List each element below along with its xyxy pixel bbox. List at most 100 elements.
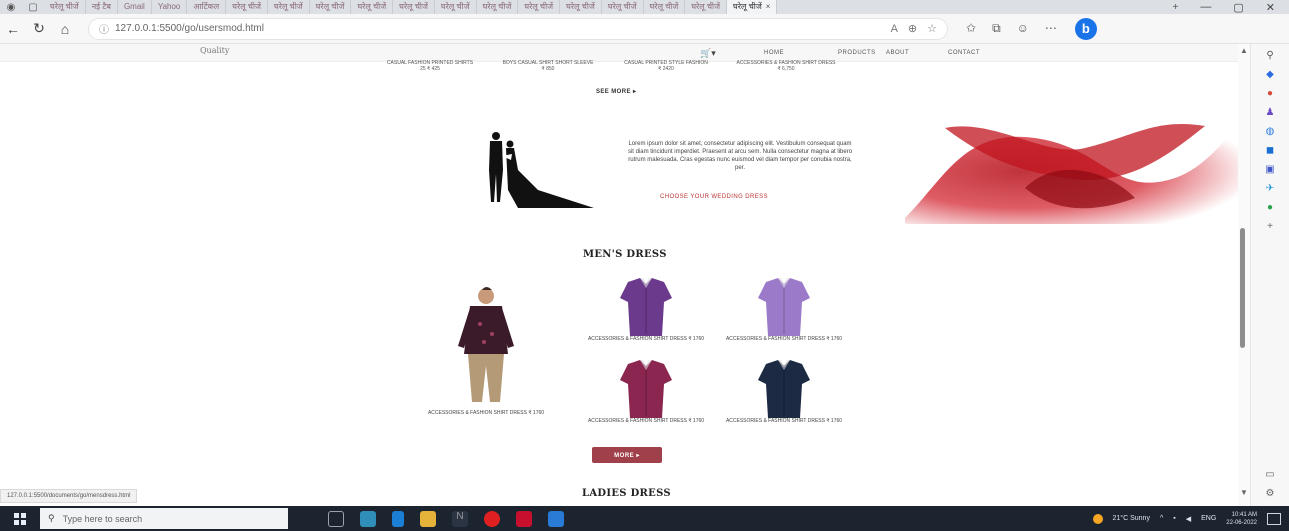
reload-icon[interactable]: ↻ [26, 20, 52, 37]
opera-app-icon[interactable] [484, 510, 500, 527]
browser-tab[interactable]: घरेलू चीजें [602, 0, 644, 14]
home-icon[interactable]: ⌂ [52, 21, 78, 37]
nav-contact[interactable]: CONTACT [948, 50, 980, 56]
shopping-icon[interactable]: ◆ [1264, 69, 1276, 81]
edge-app-icon[interactable] [360, 510, 376, 527]
browser-tab[interactable]: घरेलू चीजें [351, 0, 394, 14]
tools-icon[interactable]: ● [1264, 88, 1276, 100]
top-product-caption[interactable]: ACCESSORIES & FASHION SHIRT DRESS ₹ 6,750 [736, 60, 836, 72]
shirt-product-caption[interactable]: ACCESSORIES & FASHION SHIRT DRESS ₹ 1760 [586, 336, 706, 342]
nav-about[interactable]: ABOUT [886, 50, 909, 56]
cart-icon[interactable]: 🛒▾ [700, 48, 716, 59]
profile-icon[interactable]: ◉ [0, 2, 22, 13]
info-icon[interactable]: ⓘ [99, 21, 109, 36]
nav-products[interactable]: PRODUCTS [838, 50, 876, 56]
drop-icon[interactable]: ✈ [1264, 183, 1276, 195]
see-more-link[interactable]: SEE MORE ▸ [596, 88, 636, 95]
start-button[interactable] [0, 512, 40, 525]
new-tab-button[interactable]: + [1164, 2, 1186, 13]
shirt-product-image[interactable] [752, 358, 816, 420]
notepad-app-icon[interactable]: N [452, 510, 468, 527]
browser-tab[interactable]: घरेलू चीजें × [727, 0, 778, 14]
browser-tab[interactable]: घरेलू चीजें [226, 0, 268, 14]
browser-tab[interactable]: आर्टिकल [187, 0, 227, 14]
favorite-star-icon[interactable]: ☆ [927, 22, 937, 35]
scrollbar-thumb[interactable] [1240, 228, 1245, 348]
office-icon[interactable]: ◍ [1264, 126, 1276, 138]
clock[interactable]: 10:41 AM 22-06-2022 [1226, 511, 1257, 527]
pinned-apps: N [328, 510, 564, 527]
task-view-icon[interactable] [328, 510, 344, 527]
address-field[interactable]: ⓘ 127.0.0.1:5500/go/usersmod.html A ⊕ ☆ [88, 17, 948, 40]
browser-tab[interactable]: घरेलू चीजें [44, 0, 86, 14]
shirt-product-image[interactable] [614, 276, 678, 338]
browser-tab[interactable]: Gmail [118, 0, 152, 14]
browser-tab[interactable]: घरेलू चीजें [477, 0, 519, 14]
wedding-couple-image [489, 132, 594, 208]
add-sidebar-app-icon[interactable]: + [1264, 221, 1276, 233]
read-aloud-icon[interactable]: A [891, 23, 898, 35]
zoom-icon[interactable]: ⊕ [908, 22, 917, 35]
notification-icon[interactable] [1267, 512, 1281, 525]
browser-tab[interactable]: घरेलू चीजें [518, 0, 561, 14]
close-window-icon[interactable]: ✕ [1266, 1, 1275, 14]
language-indicator[interactable]: ENG [1201, 515, 1216, 522]
shirt-product-caption[interactable]: ACCESSORIES & FASHION SHIRT DRESS ₹ 1760 [724, 418, 844, 424]
browser-tab[interactable]: Yahoo [152, 0, 188, 14]
weather-icon[interactable] [1092, 513, 1103, 524]
collections-icon[interactable]: ⧉ [992, 21, 1001, 36]
browser-tab[interactable]: घरेलू चीजें [685, 0, 728, 14]
browser-tab[interactable]: घरेलू चीजें [268, 0, 310, 14]
outlook-icon[interactable]: ◼ [1264, 145, 1276, 157]
browser-tab[interactable]: घरेलू चीजें [560, 0, 602, 14]
network-icon[interactable]: ▪ [1173, 515, 1175, 522]
profile-avatar-icon[interactable]: ☺ [1017, 21, 1029, 36]
scroll-up-arrow[interactable]: ▲ [1240, 46, 1248, 55]
minimize-icon[interactable]: — [1200, 1, 1211, 14]
url-text: 127.0.0.1:5500/go/usersmod.html [115, 23, 264, 34]
vscode-app-icon[interactable] [548, 510, 564, 527]
store-app-icon[interactable] [392, 510, 404, 527]
scroll-down-arrow[interactable]: ▼ [1240, 488, 1248, 497]
wedding-dress-link[interactable]: CHOOSE YOUR WEDDING DRESS [660, 194, 768, 200]
bing-icon[interactable]: b [1074, 17, 1097, 40]
close-tab-icon[interactable]: × [766, 2, 771, 11]
site-logo[interactable]: Quality [200, 46, 229, 55]
shirt-product-caption[interactable]: ACCESSORIES & FASHION SHIRT DRESS ₹ 1760 [586, 418, 706, 424]
browser-tab[interactable]: घरेलू चीजें [435, 0, 477, 14]
browser-tab[interactable]: घरेलू चीजें [393, 0, 435, 14]
file-explorer-icon[interactable] [420, 510, 436, 527]
media-app-icon[interactable] [516, 510, 532, 527]
search-icon[interactable]: ⚲ [1264, 50, 1276, 62]
workspaces-icon[interactable]: ▢ [22, 2, 44, 13]
shirt-product-image[interactable] [614, 358, 678, 420]
teams-icon[interactable]: ▣ [1264, 164, 1276, 176]
browser-tab[interactable]: घरेलू चीजें [644, 0, 686, 14]
male-model-image[interactable] [436, 284, 536, 404]
more-button[interactable]: MORE ▸ [592, 447, 662, 463]
nav-home[interactable]: HOME [764, 50, 784, 56]
tray-chevron-icon[interactable]: ^ [1160, 515, 1163, 522]
settings-icon[interactable]: ⚙ [1264, 488, 1276, 500]
browser-tab[interactable]: नई टैब [86, 0, 118, 14]
top-product-caption[interactable]: CASUAL FASHION PRINTED SHIRTS 25 ₹ 425 [380, 60, 480, 72]
favorites-icon[interactable]: ✩ [966, 21, 976, 36]
more-menu-icon[interactable]: ⋯ [1045, 21, 1057, 36]
back-icon[interactable]: ← [0, 21, 26, 37]
system-tray: 21°C Sunny ^ ▪ ◀ ENG 10:41 AM 22-06-2022 [1092, 511, 1289, 527]
model-caption[interactable]: ACCESSORIES & FASHION SHIRT DRESS ₹ 1760 [426, 410, 546, 416]
maximize-icon[interactable]: ▢ [1233, 1, 1243, 14]
split-screen-icon[interactable]: ▭ [1264, 469, 1276, 481]
volume-icon[interactable]: ◀ [1186, 515, 1191, 523]
games-icon[interactable]: ♟ [1264, 107, 1276, 119]
top-product-caption[interactable]: CASUAL PRINTED STYLE FASHION ₹ 2420 [616, 60, 716, 72]
taskbar-search[interactable]: ⚲ Type here to search [40, 508, 288, 529]
weather-text[interactable]: 21°C Sunny [1113, 515, 1150, 522]
shirt-product-image[interactable] [752, 276, 816, 338]
shirt-product-caption[interactable]: ACCESSORIES & FASHION SHIRT DRESS ₹ 1760 [724, 336, 844, 342]
spotify-icon[interactable]: ● [1264, 202, 1276, 214]
browser-tab[interactable]: घरेलू चीजें [310, 0, 352, 14]
edge-sidebar: ⚲ ◆ ● ♟ ◍ ◼ ▣ ✈ ● + ▭ ⚙ [1250, 44, 1289, 506]
wedding-description: Lorem ipsum dolor sit amet, consectetur … [627, 141, 853, 171]
top-product-caption[interactable]: BOYS CASUAL SHIRT SHORT SLEEVE ₹ 850 [498, 60, 598, 72]
